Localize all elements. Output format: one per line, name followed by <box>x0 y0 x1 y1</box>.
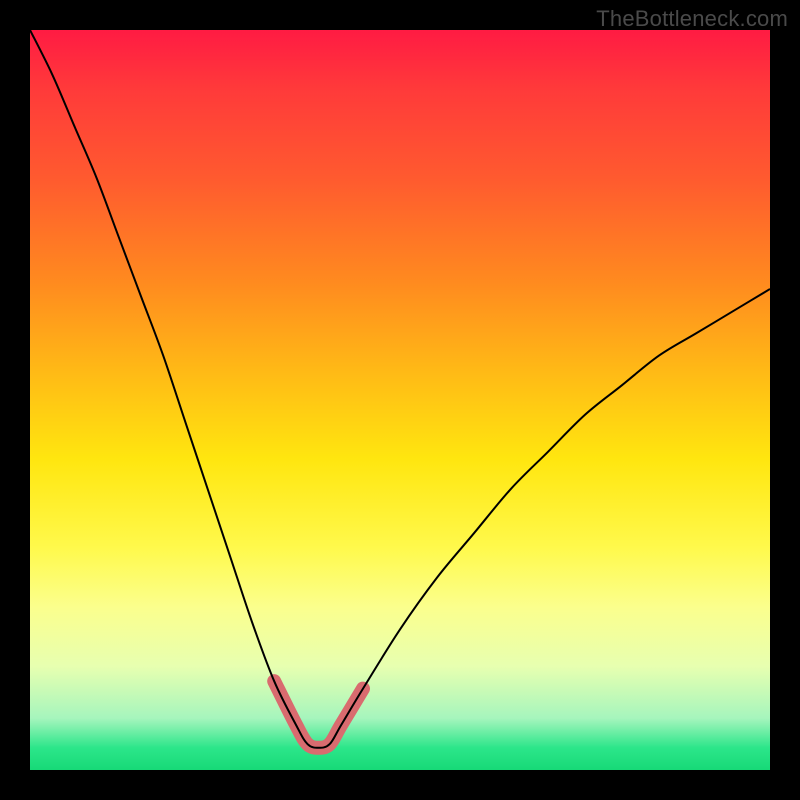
optimal-band-highlight <box>274 681 363 748</box>
chart-frame: TheBottleneck.com <box>0 0 800 800</box>
curve-svg <box>30 30 770 770</box>
bottleneck-curve <box>30 30 770 748</box>
watermark-text: TheBottleneck.com <box>596 6 788 32</box>
plot-area <box>30 30 770 770</box>
